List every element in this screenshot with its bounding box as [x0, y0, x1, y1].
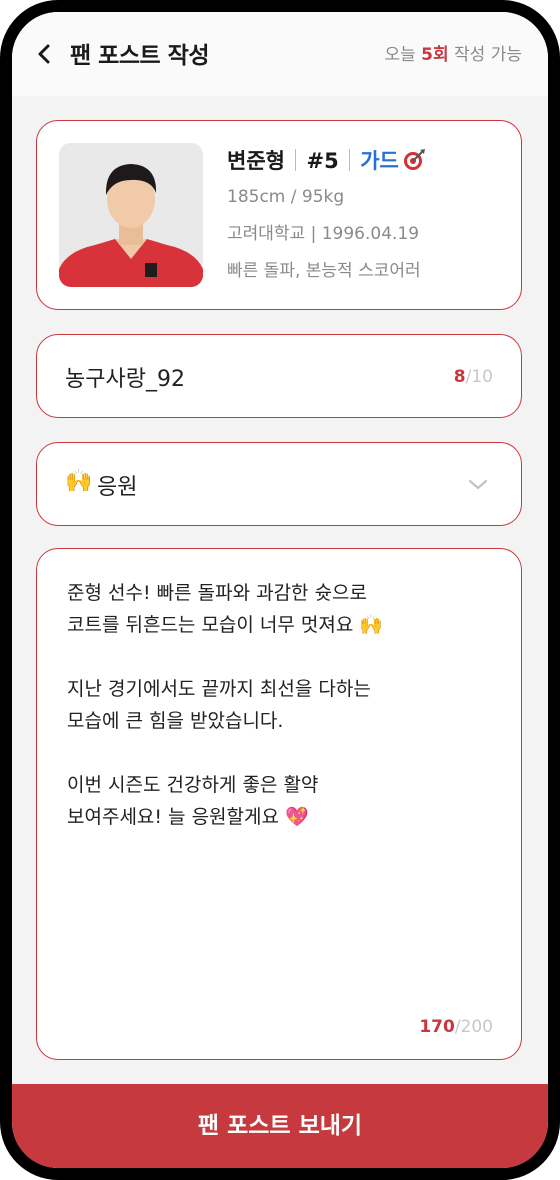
- nickname-counter: 8/10: [454, 367, 493, 387]
- back-arrow-icon[interactable]: [32, 38, 56, 70]
- player-info: 변준형 #5 가드 185cm / 95kg 고려대학교 | 1996.04.19 …: [227, 145, 426, 281]
- submit-button[interactable]: 팬 포스트 보내기: [12, 1084, 548, 1168]
- player-school-birth: 고려대학교 | 1996.04.19: [227, 224, 420, 244]
- player-number: #5: [306, 149, 339, 173]
- quota-suffix: 작성 가능: [448, 45, 522, 65]
- chevron-down-icon[interactable]: [467, 473, 489, 495]
- player-body: 185cm / 95kg: [227, 187, 345, 207]
- target-icon: [403, 149, 425, 170]
- player-card: 변준형 #5 가드 185cm / 95kg 고려대학교 | 1996.04.19 …: [36, 120, 522, 310]
- nickname-max: /10: [465, 367, 493, 387]
- quota-prefix: 오늘: [384, 45, 422, 65]
- page-title: 팬 포스트 작성: [70, 43, 209, 69]
- header: 팬 포스트 작성 오늘 5회 작성 가능: [12, 12, 548, 96]
- nickname-input[interactable]: 농구사랑_92: [65, 361, 185, 393]
- post-quota: 오늘 5회 작성 가능: [384, 40, 522, 65]
- nickname-field[interactable]: 농구사랑_92 8/10: [36, 334, 522, 418]
- message-field[interactable]: 준형 선수! 빠른 돌파와 과감한 슛으로 코트를 뒤흔드는 모습이 너무 멋져…: [36, 548, 522, 1060]
- player-photo: [59, 143, 203, 287]
- player-traits: 빠른 돌파, 본능적 스코어러: [227, 261, 421, 281]
- player-portrait-icon: [59, 143, 203, 287]
- category-label: 응원: [97, 475, 138, 500]
- message-count: 170: [419, 1017, 455, 1037]
- screen: 팬 포스트 작성 오늘 5회 작성 가능 변준형 #5 가드 185cm / 95k…: [12, 12, 548, 1168]
- player-name: 변준형: [227, 149, 285, 173]
- category-select[interactable]: 🙌 응원: [36, 442, 522, 526]
- player-position: 가드: [360, 149, 399, 173]
- message-counter: 170/200: [419, 1017, 493, 1037]
- message-max: /200: [454, 1017, 493, 1037]
- divider: [348, 149, 351, 171]
- message-textarea[interactable]: 준형 선수! 빠른 돌파와 과감한 슛으로 코트를 뒤흔드는 모습이 너무 멋져…: [67, 577, 487, 833]
- nickname-count: 8: [453, 367, 466, 387]
- raised-hands-icon: 🙌: [65, 469, 93, 494]
- divider: [294, 149, 297, 171]
- phone-frame: 팬 포스트 작성 오늘 5회 작성 가능 변준형 #5 가드 185cm / 95k…: [0, 0, 560, 1180]
- quota-count: 5회: [421, 45, 449, 65]
- player-name-line: 변준형 #5 가드: [227, 145, 426, 175]
